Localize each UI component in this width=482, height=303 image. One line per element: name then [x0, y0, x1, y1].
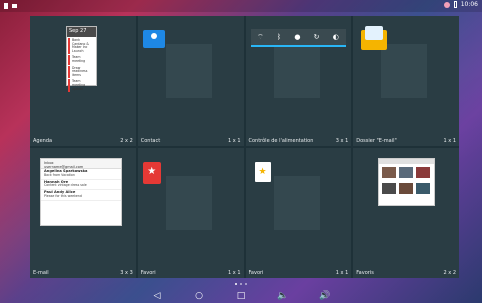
agenda-event: Team meeting update [68, 79, 96, 93]
navigation-bar: ◁ ○ □ 🔈 🔊 [0, 289, 482, 303]
widget-bookmark-file[interactable]: ★ Favori 1 x 1 [245, 148, 352, 278]
battery-icon [453, 1, 457, 8]
contact-icon [142, 30, 165, 48]
page-dot [245, 283, 247, 285]
email-ghost [381, 44, 428, 98]
notification-icon [4, 3, 8, 9]
sync-icon: ↻ [313, 33, 320, 41]
power-control-preview: ⌔ ᛒ ● ↻ ◐ [250, 29, 346, 47]
agenda-date: Sep 27 [67, 27, 96, 37]
widget-size: 2 x 2 [443, 270, 457, 276]
notification-icon [12, 4, 17, 8]
favorite-thumb [399, 183, 414, 194]
widget-size: 1 x 1 [443, 138, 457, 144]
favorite-thumb [416, 167, 431, 178]
bookmark-icon: ★ [142, 162, 161, 184]
page-indicator [235, 283, 247, 285]
widget-size: 2 x 2 [120, 138, 133, 144]
back-button[interactable]: ◁ [151, 290, 163, 302]
email-subject: Content vintage dress sale [44, 183, 87, 188]
bluetooth-icon: ᛒ [276, 33, 282, 41]
volume-down-button[interactable]: 🔈 [277, 290, 289, 302]
email-subject: Back from Vacation [44, 172, 75, 177]
brightness-icon: ◐ [332, 33, 339, 41]
star-file-icon: ★ [254, 162, 271, 182]
agenda-event: Team meeting [68, 55, 96, 65]
status-right: 10:06 [443, 1, 478, 8]
widget-favorites[interactable]: Favoris 2 x 2 [353, 148, 459, 278]
widget-contact[interactable]: Contact 1 x 1 [137, 16, 244, 146]
recents-button[interactable]: □ [235, 290, 247, 302]
bookmark-ghost [165, 176, 212, 230]
email-message: Hannah Ore Content vintage dress sale [41, 180, 121, 191]
wifi-icon: ⌔ [257, 32, 264, 41]
heart-icon [443, 1, 450, 8]
page-dot [240, 283, 242, 285]
email-header: Inbox username@gmail.com [41, 159, 121, 169]
email-message: Paul Andy Alice Please for this weekend [41, 190, 121, 201]
mail-icon [361, 26, 388, 50]
widget-size: 1 x 1 [228, 138, 241, 144]
email-subject: Please for this weekend [44, 193, 82, 198]
favorite-thumb [416, 183, 431, 194]
widget-label: Favoris [356, 270, 374, 276]
widget-size: 1 x 1 [335, 270, 349, 276]
status-bar: 10:06 [0, 0, 482, 12]
widget-size: 1 x 1 [228, 270, 241, 276]
widget-power-control[interactable]: ⌔ ᛒ ● ↻ ◐ Contrôle de l'alimentation 3 x… [245, 16, 352, 146]
widget-label: Agenda [33, 138, 53, 144]
agenda-event: Draw readiness items [68, 65, 96, 79]
widget-picker-grid: Sep 27 Bank Cardano & Maker Inc Launch T… [30, 16, 459, 278]
power-ghost [273, 44, 320, 98]
widget-size: 3 x 3 [120, 270, 133, 276]
agenda-preview: Sep 27 Bank Cardano & Maker Inc Launch T… [66, 26, 97, 93]
widget-label: E-mail [33, 270, 49, 276]
favorite-thumb [399, 167, 414, 178]
widget-label: Contrôle de l'alimentation [248, 138, 314, 144]
contact-ghost [165, 44, 212, 98]
widget-size: 3 x 1 [335, 138, 349, 144]
widget-label: Favori [140, 270, 156, 276]
favorites-preview [378, 158, 436, 206]
page-dot [235, 283, 237, 285]
agenda-event: Bank Cardano & Maker Inc Launch [68, 38, 96, 55]
widget-label: Favori [248, 270, 264, 276]
location-icon: ● [294, 33, 301, 41]
widget-label: Contact [140, 138, 161, 144]
bookmark-ghost [273, 176, 320, 230]
favorite-thumb [382, 183, 397, 194]
widget-email-folder[interactable]: Dossier "E-mail" 1 x 1 [353, 16, 459, 146]
home-button[interactable]: ○ [193, 290, 205, 302]
widget-agenda[interactable]: Sep 27 Bank Cardano & Maker Inc Launch T… [30, 16, 136, 146]
widget-bookmark[interactable]: ★ Favori 1 x 1 [137, 148, 244, 278]
email-message: Angelina Sparkowska Back from Vacation [41, 169, 121, 180]
favorites-header [379, 159, 435, 164]
widget-label: Dossier "E-mail" [356, 138, 397, 144]
email-preview: Inbox username@gmail.com Angelina Sparko… [40, 158, 122, 226]
clock: 10:06 [460, 1, 478, 8]
favorite-thumb [382, 167, 397, 178]
widget-email[interactable]: Inbox username@gmail.com Angelina Sparko… [30, 148, 136, 278]
volume-up-button[interactable]: 🔊 [319, 290, 331, 302]
